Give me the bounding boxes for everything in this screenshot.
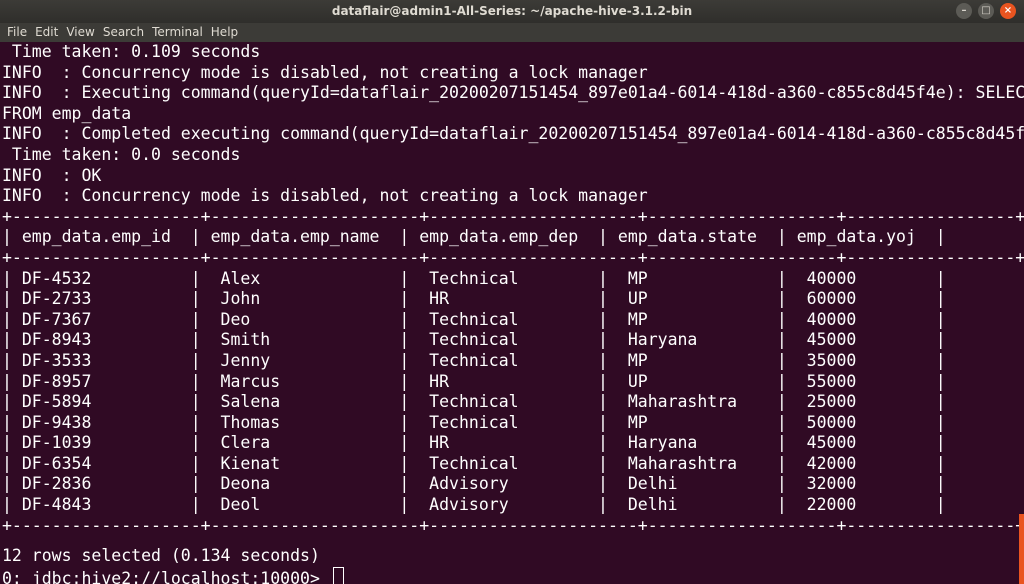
table-row: | DF-4532 | Alex | Technical | MP | 4000… [2,268,946,288]
menu-file[interactable]: File [3,23,31,42]
table-row: | DF-1039 | Clera | HR | Haryana | 45000… [2,433,946,453]
log-line: Time taken: 0.109 seconds [2,42,261,61]
menu-terminal[interactable]: Terminal [148,23,207,42]
menu-bar: File Edit View Search Terminal Help [0,23,1024,42]
menu-help[interactable]: Help [207,23,242,42]
table-row: | DF-5894 | Salena | Technical | Maharas… [2,392,946,412]
menu-view[interactable]: View [62,23,98,42]
maximize-icon[interactable]: □ [978,3,994,19]
table-row: | DF-2836 | Deona | Advisory | Delhi | 3… [2,474,946,494]
table-row: | DF-4843 | Deol | Advisory | Delhi | 22… [2,495,946,515]
prompt-line[interactable]: 0: jdbc:hive2://localhost:10000> [2,566,1016,584]
shell-prompt: 0: jdbc:hive2://localhost:10000> [2,568,330,584]
log-line: INFO : Concurrency mode is disabled, not… [2,186,648,206]
log-line: INFO : Executing command(queryId=datafla… [2,83,1024,103]
table-header: | emp_data.emp_id | emp_data.emp_name | … [2,227,946,247]
table-row: | DF-7367 | Deo | Technical | MP | 40000… [2,309,946,329]
terminal-output[interactable]: Time taken: 0.109 seconds INFO : Concurr… [2,42,1024,584]
rows-summary: 12 rows selected (0.134 seconds) [2,546,320,566]
title-bar: dataflair@admin1-All-Series: ~/apache-hi… [0,0,1024,23]
terminal-window: dataflair@admin1-All-Series: ~/apache-hi… [0,0,1024,584]
log-line: INFO : Completed executing command(query… [2,124,1024,144]
log-line: FROM emp_data [2,103,132,123]
table-border-top: +-------------------+-------------------… [2,206,1024,226]
text-cursor [332,566,344,584]
table-row: | DF-8943 | Smith | Technical | Haryana … [2,330,946,350]
table-border-header: +-------------------+-------------------… [2,247,1024,267]
log-line: INFO : Concurrency mode is disabled, not… [2,62,648,82]
table-row: | DF-9438 | Thomas | Technical | MP | 50… [2,412,946,432]
close-icon[interactable]: × [1000,3,1016,19]
log-line: Time taken: 0.0 seconds [2,144,241,164]
table-row: | DF-2733 | John | HR | UP | 60000 | [2,289,946,309]
window-title: dataflair@admin1-All-Series: ~/apache-hi… [331,4,693,18]
log-line: INFO : OK [2,165,102,185]
minimize-icon[interactable]: – [956,3,972,19]
menu-search[interactable]: Search [99,23,148,42]
table-row: | DF-3533 | Jenny | Technical | MP | 350… [2,350,946,370]
window-controls: – □ × [956,3,1016,19]
scrollbar-thumb[interactable] [1019,514,1024,584]
menu-edit[interactable]: Edit [31,23,62,42]
table-row: | DF-6354 | Kienat | Technical | Maharas… [2,453,946,473]
table-row: | DF-8957 | Marcus | HR | UP | 55000 | [2,371,946,391]
table-border-bottom: +-------------------+-------------------… [2,515,1024,535]
